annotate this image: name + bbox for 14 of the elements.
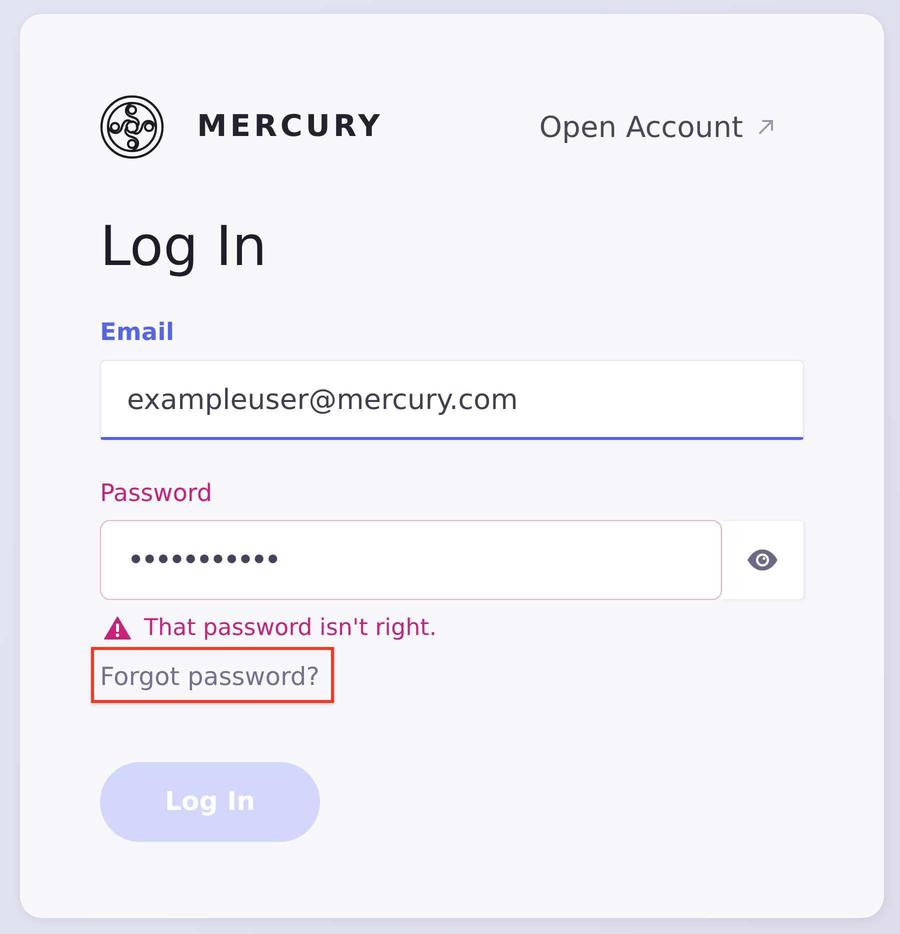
forgot-password-link[interactable]: Forgot password?	[100, 664, 320, 690]
brand-name: MERCURY	[197, 112, 384, 142]
warning-icon	[104, 616, 131, 640]
field-label: Email	[100, 319, 176, 345]
eye-icon	[747, 549, 778, 571]
password-field[interactable]: •••••••••••	[100, 520, 722, 600]
arrow-up-right-icon	[758, 118, 774, 135]
open-account-link[interactable]: Open Account	[539, 110, 774, 144]
knot-logo-icon	[100, 95, 164, 159]
page-title: Log In	[100, 216, 268, 276]
error-message: That password isn't right.	[144, 615, 437, 641]
field-label: Password	[100, 480, 214, 506]
show-password-button[interactable]	[722, 520, 804, 600]
email-field[interactable]: exampleuser@mercury.com	[100, 360, 804, 440]
